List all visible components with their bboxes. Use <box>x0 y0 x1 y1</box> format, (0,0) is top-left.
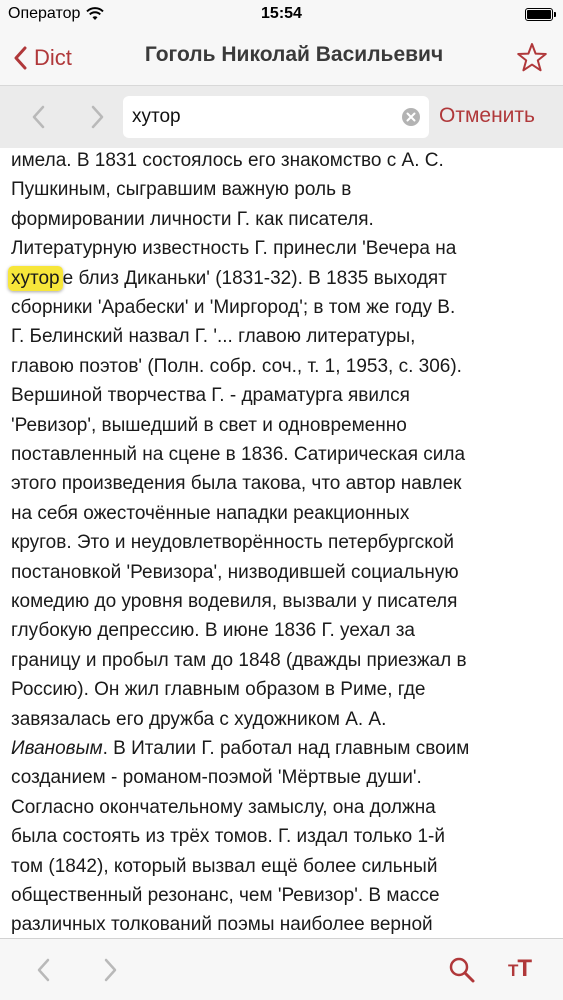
article-line: том (1842), который вызвал ещё более сил… <box>11 855 438 877</box>
favorite-star-icon[interactable] <box>515 41 549 75</box>
article-line: общественный резонанс, чем 'Ревизор'. В … <box>11 885 440 906</box>
search-bar: Отменить <box>0 86 563 148</box>
back-chevron-left-icon[interactable] <box>30 955 58 985</box>
cancel-button[interactable]: Отменить <box>439 104 535 128</box>
article-line: Россию). Он жил главным образом в Риме, … <box>11 679 426 701</box>
article-line: глубокую депрессию. В июне 1836 Г. уехал… <box>11 620 415 642</box>
article-line: Согласно окончательному замыслу, она дол… <box>11 796 436 818</box>
article-line: Литературную известность Г. принесли 'Ве… <box>11 238 457 260</box>
article-line: созданием - романом-поэмой 'Мёртвые души… <box>11 767 422 789</box>
previous-match-chevron-left-icon[interactable] <box>25 102 53 132</box>
article-line: этого произведения была такова, что авто… <box>11 473 462 495</box>
status-bar: Оператор 15:54 <box>0 0 563 30</box>
back-button[interactable]: Dict <box>14 40 72 76</box>
article-line: на себя ожесточённые нападки реакционных <box>11 502 410 524</box>
article-line: Г. Белинский назвал Г. '... главою литер… <box>11 326 416 348</box>
article-line: различных толкований поэмы наиболее верн… <box>11 914 433 936</box>
article-line: Вершиной творчества Г. - драматурга явил… <box>11 385 410 407</box>
article-line: Ивановым. В Италии Г. работал над главны… <box>11 736 469 762</box>
font-size-small-glyph: T <box>508 961 518 980</box>
article-line: комедию до уровня водевиля, вызвали у пи… <box>11 591 458 612</box>
back-label: Dict <box>34 45 72 70</box>
font-size-icon[interactable]: TT <box>508 955 532 985</box>
article-line: 'Ревизор', вышедший в свет и одновременн… <box>11 414 407 436</box>
article-line: Пушкиным, сыгравшим важную роль в <box>11 179 352 201</box>
article-line: главою поэтов' (Полн. собр. соч., т. 1, … <box>11 355 462 377</box>
chevron-left-icon <box>14 46 27 70</box>
article-line: формировании личности Г. как писателя. <box>11 208 374 230</box>
article-line: завязалась его дружба с художником А. А. <box>11 708 387 730</box>
article-line: хутор е близ Диканьки' (1831-32). В 1835 … <box>8 265 447 292</box>
article-line: кругов. Это и неудовлетворённость петерб… <box>11 532 454 554</box>
status-time: 15:54 <box>261 5 302 22</box>
article-line: постановкой 'Ревизора', низводившей соци… <box>11 561 459 583</box>
article-line: сборники 'Арабески' и 'Миргород'; в том … <box>11 297 456 318</box>
clear-icon[interactable] <box>401 107 421 127</box>
article-line-rest: е близ Диканьки' (1831-32). В 1835 выход… <box>62 267 447 289</box>
search-match-highlight[interactable]: хутор <box>8 265 63 291</box>
article-line-rest: . В Италии Г. работал над главным своим <box>102 738 470 759</box>
next-match-chevron-right-icon[interactable] <box>83 102 111 132</box>
battery-icon <box>525 8 556 21</box>
search-input[interactable] <box>132 103 387 131</box>
bottom-toolbar: TT <box>0 938 563 1000</box>
article-line: была состоять из трёх томов. Г. издал то… <box>11 826 445 848</box>
article-line: поставленный на сцене в 1836. Сатирическ… <box>11 444 466 465</box>
article-body: имела. В 1831 состоялось его знакомство … <box>0 148 563 938</box>
forward-chevron-right-icon[interactable] <box>96 955 124 985</box>
article-italic-name: Ивановым <box>11 738 103 759</box>
search-icon[interactable] <box>448 956 476 984</box>
page-title: Гоголь Николай Васильевич <box>144 43 444 66</box>
search-field[interactable] <box>123 96 429 138</box>
article-line: имела. В 1831 состоялось его знакомство … <box>11 150 444 171</box>
font-size-big-glyph: T <box>517 955 532 982</box>
navigation-bar: Dict Гоголь Николай Васильевич <box>0 30 563 86</box>
article-line: границу и пробыл там до 1848 (дважды при… <box>11 649 467 671</box>
